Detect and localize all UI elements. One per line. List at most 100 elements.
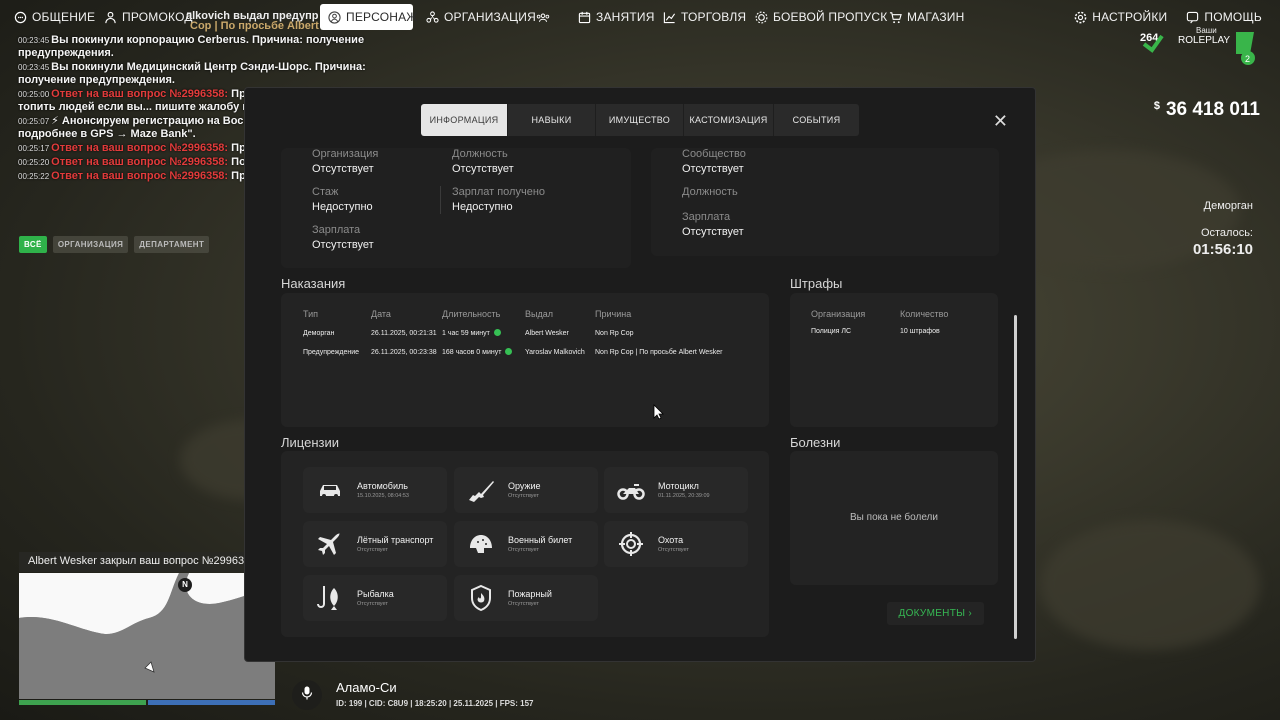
license-name: Лётный транспорт <box>357 535 434 545</box>
close-button[interactable]: ✕ <box>993 111 1008 132</box>
license-name: Оружие <box>508 481 541 491</box>
license-fishing[interactable]: Рыбалка Отсутствует <box>303 575 447 621</box>
location-name: Аламо-Си <box>336 680 397 695</box>
cell-type: Деморган <box>303 329 335 337</box>
tab-information[interactable]: ИНФОРМАЦИЯ <box>421 104 508 136</box>
license-name: Автомобиль <box>357 481 408 491</box>
license-firefighter[interactable]: Пожарный Отсутствует <box>454 575 598 621</box>
chat-line: 00:23:45 Вы покинули корпорацию Cerberus.… <box>18 34 418 60</box>
calendar-icon <box>577 10 591 24</box>
position-value: Отсутствует <box>452 163 514 175</box>
chat-tab-all[interactable]: ВСЁ <box>19 236 47 253</box>
tenure-field: Стаж Недоступно <box>312 186 373 213</box>
cursor-icon <box>653 404 665 425</box>
logo-top-text: Ваши <box>1196 26 1217 35</box>
license-weapon[interactable]: Оружие Отсутствует <box>454 467 598 513</box>
license-hunting[interactable]: Охота Отсутствует <box>604 521 748 567</box>
jail-status: Деморган Осталось: 01:56:10 <box>1193 200 1253 258</box>
community-position-field: Должность <box>682 186 738 198</box>
nav-organization[interactable]: ОРГАНИЗАЦИЯ <box>417 4 544 30</box>
nav-help-label: ПОМОЩЬ <box>1204 10 1262 24</box>
person-icon <box>103 10 117 24</box>
table-row: Деморган 26.11.2025, 00:21:31 1 час 59 м… <box>303 329 722 348</box>
chart-icon <box>662 10 676 24</box>
salary-field: Зарплата Отсутствует <box>312 224 374 251</box>
cell-duration: 1 час 59 минут <box>442 329 525 348</box>
organization-value: Отсутствует <box>312 163 374 175</box>
license-motorcycle[interactable]: Мотоцикл 01.11.2025, 20:39:09 <box>604 467 748 513</box>
license-status: 01.11.2025, 20:39:09 <box>658 493 710 499</box>
punishments-title: Наказания <box>281 276 346 291</box>
chat-timestamp: 00:23:45 <box>18 63 50 72</box>
cart-icon <box>888 10 902 24</box>
table-row: Предупреждение 26.11.2025, 00:23:38 168 … <box>303 348 722 367</box>
nav-trade[interactable]: ТОРГОВЛЯ <box>654 4 754 30</box>
fines-title: Штрафы <box>790 276 843 291</box>
chat-timestamp: 00:23:45 <box>18 36 50 45</box>
logo-text: ROLEPLAY <box>1178 35 1230 46</box>
character-modal: ИНФОРМАЦИЯ НАВЫКИ ИМУЩЕСТВО КАСТОМИЗАЦИЯ… <box>244 87 1036 662</box>
community-position-label: Должность <box>682 186 738 198</box>
cell-duration: 168 часов 0 минут <box>442 348 525 367</box>
help-icon <box>1185 10 1199 24</box>
license-name: Пожарный <box>508 589 552 599</box>
nav-character[interactable]: ПЕРСОНАЖ <box>320 4 417 30</box>
license-air-transport[interactable]: Лётный транспорт Отсутствует <box>303 521 447 567</box>
active-status-icon <box>505 348 513 355</box>
chat-red-text: Ответ на ваш вопрос №2996358: <box>51 156 229 168</box>
community-label: Сообщество <box>682 148 746 160</box>
nav-chat[interactable]: ОБЩЕНИЕ <box>5 4 103 30</box>
nav-battle-pass[interactable]: БОЕВОЙ ПРОПУСК <box>746 4 895 30</box>
chat-text: Вы покинули Медицинский Центр Сэнди-Шорс… <box>18 61 366 86</box>
logo-server-number: 2 <box>1245 54 1250 64</box>
punishments-table: Тип Дата Длительность Выдал Причина Демо… <box>303 309 722 367</box>
nav-settings-label: НАСТРОЙКИ <box>1092 10 1168 24</box>
col-issued-by: Выдал <box>525 309 553 319</box>
position-label: Должность <box>452 148 508 160</box>
voice-button[interactable] <box>292 680 322 710</box>
gear-badge-icon <box>754 10 768 24</box>
nav-activities[interactable]: ЗАНЯТИЯ <box>569 4 663 30</box>
cell-issued-by: Yaroslav Malkovich <box>525 348 585 356</box>
nav-shop[interactable]: МАГАЗИН <box>880 4 973 30</box>
modal-tabs: ИНФОРМАЦИЯ НАВЫКИ ИМУЩЕСТВО КАСТОМИЗАЦИЯ… <box>421 104 859 136</box>
license-status: Отсутствует <box>508 601 539 607</box>
duration-text: 1 час 59 минут <box>442 330 490 337</box>
notification-bar: Albert Wesker закрыл ваш вопрос №2996358 <box>19 552 245 572</box>
nav-promo[interactable]: ПРОМОКОД <box>95 4 201 30</box>
tenure-label: Стаж <box>312 186 339 198</box>
license-text: Мотоцикл 01.11.2025, 20:39:09 <box>658 481 710 499</box>
chat-tab-department[interactable]: ДЕПАРТАМЕНТ <box>134 236 210 253</box>
scrollbar[interactable] <box>1014 315 1017 639</box>
fines-col-org: Организация <box>811 309 866 319</box>
nav-group[interactable] <box>528 4 558 30</box>
license-text: Лётный транспорт Отсутствует <box>357 535 433 553</box>
license-name: Мотоцикл <box>658 481 699 491</box>
col-duration: Длительность <box>442 309 501 319</box>
chat-tabs: ВСЁ ОРГАНИЗАЦИЯ ДЕПАРТАМЕНТ <box>19 236 210 253</box>
money-display: $ 36 418 011 <box>1154 99 1260 121</box>
tab-property[interactable]: ИМУЩЕСТВО <box>596 104 684 136</box>
money-value: 36 418 011 <box>1165 99 1260 120</box>
license-text: Охота Отсутствует <box>658 535 689 553</box>
documents-button[interactable]: ДОКУМЕНТЫ › <box>886 602 984 625</box>
chat-timestamp: 00:25:22 <box>18 172 50 181</box>
chat-timestamp: 00:25:20 <box>18 158 50 167</box>
chat-text: Вы покинули корпорацию Cerberus. Причина… <box>18 34 365 59</box>
license-status: Отсутствует <box>357 547 388 553</box>
tab-customization[interactable]: КАСТОМИЗАЦИЯ <box>684 104 774 136</box>
license-military-id[interactable]: Военный билет Отсутствует <box>454 521 598 567</box>
chat-red-text: Ответ на ваш вопрос №2996358: <box>51 88 229 100</box>
chat-red-text: Ответ на ваш вопрос №2996358: <box>51 142 229 154</box>
community-value: Отсутствует <box>682 163 744 175</box>
license-text: Пожарный Отсутствует <box>508 589 552 607</box>
salary-received-field: Зарплат получено Недоступно <box>452 186 545 213</box>
chat-tab-organization[interactable]: ОРГАНИЗАЦИЯ <box>52 236 129 253</box>
salary-received-value: Недоступно <box>452 201 513 213</box>
license-text: Оружие Отсутствует <box>508 481 541 499</box>
tab-events[interactable]: СОБЫТИЯ <box>774 104 859 136</box>
tab-skills[interactable]: НАВЫКИ <box>508 104 596 136</box>
license-car[interactable]: Автомобиль 15.10.2025, 08:04:53 <box>303 467 447 513</box>
currency-symbol: $ <box>1153 100 1160 112</box>
diseases-title: Болезни <box>790 435 841 450</box>
